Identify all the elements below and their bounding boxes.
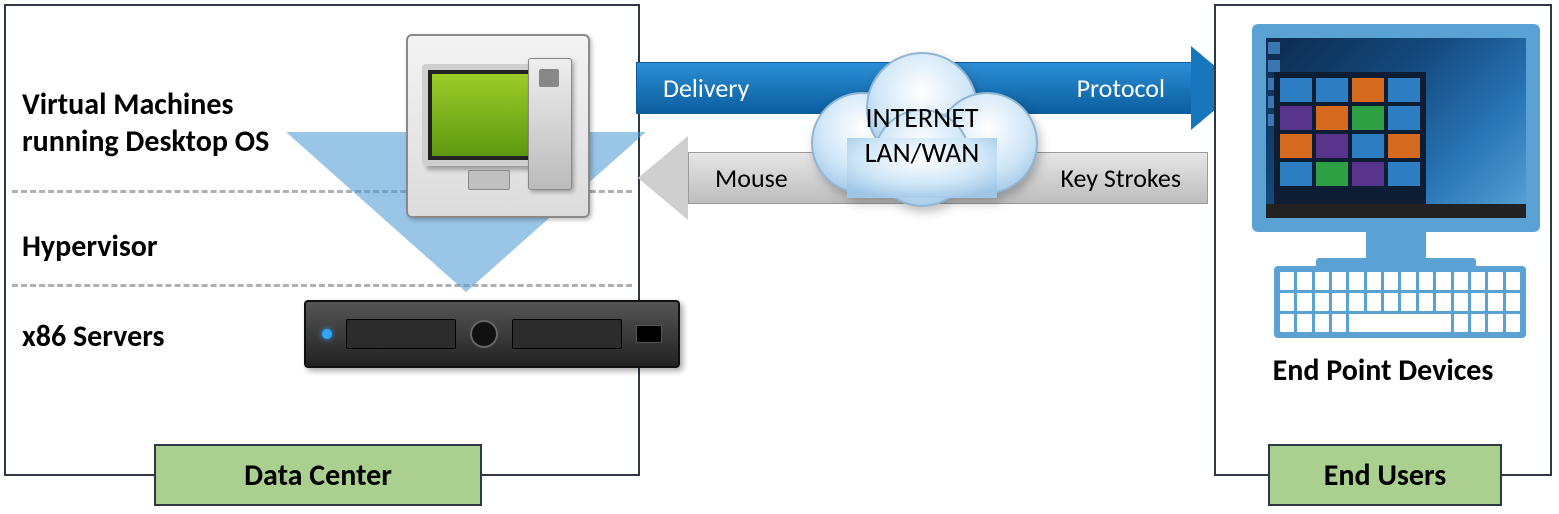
vm-desktop-icon (406, 34, 590, 218)
input-return-arrow-head-icon (638, 136, 688, 220)
cloud-line2: LAN/WAN (800, 135, 1044, 170)
server-led-icon (322, 329, 332, 339)
end-users-panel: End Point Devices (1214, 4, 1552, 476)
data-center-caption: Data Center (154, 444, 482, 506)
monitor-stand-icon (1366, 232, 1426, 258)
data-center-panel: Virtual Machines running Desktop OS Hype… (4, 4, 640, 476)
end-users-caption: End Users (1268, 444, 1502, 506)
server-bay-icon (512, 319, 622, 349)
layer-servers-label: x86 Servers (22, 318, 164, 355)
server-bay-icon (346, 319, 456, 349)
arrow-label-mouse: Mouse (715, 162, 788, 194)
server-power-knob-icon (470, 320, 498, 348)
endpoint-monitor-icon (1252, 24, 1540, 232)
arrow-label-keystrokes: Key Strokes (1060, 162, 1181, 194)
server-button-icon (636, 325, 662, 343)
start-menu-icon (1274, 72, 1426, 204)
end-users-caption-text: End Users (1324, 457, 1447, 494)
keyboard-icon (1274, 266, 1526, 338)
vm-tower-icon (528, 58, 572, 190)
rack-server-icon (304, 300, 680, 368)
taskbar-icon (1266, 204, 1526, 218)
arrow-label-protocol: Protocol (1077, 72, 1165, 104)
endpoint-pc-icon (1252, 24, 1540, 268)
cloud-line1: INTERNET (800, 100, 1044, 135)
layer-hypervisor-label: Hypervisor (22, 228, 158, 265)
vm-monitor-icon (422, 64, 544, 166)
endpoint-devices-label: End Point Devices (1216, 352, 1550, 389)
cloud-label: INTERNET LAN/WAN (800, 100, 1044, 170)
arrow-label-delivery: Delivery (663, 72, 749, 104)
data-center-caption-text: Data Center (244, 457, 392, 494)
